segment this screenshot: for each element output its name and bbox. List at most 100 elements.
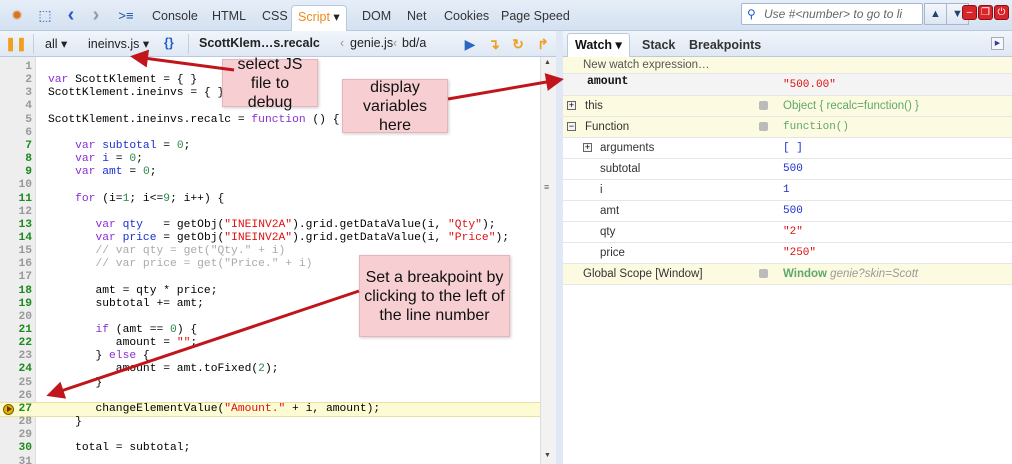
tab-page-speed[interactable]: Page Speed xyxy=(495,5,576,31)
line-number[interactable]: 24 xyxy=(0,363,34,376)
line-number[interactable]: 21 xyxy=(0,324,34,337)
line-number[interactable]: 31 xyxy=(0,456,34,464)
line-number[interactable]: 16 xyxy=(0,258,34,271)
variable-row-subtotal[interactable]: subtotal 500 xyxy=(563,159,1012,180)
step-into-icon[interactable]: ↻ xyxy=(510,36,526,52)
line-number[interactable]: 2 xyxy=(0,74,34,87)
panel-options-button[interactable]: ▶ xyxy=(991,37,1004,50)
code-line[interactable]: 26 xyxy=(0,390,540,403)
line-number[interactable]: 20 xyxy=(0,311,34,324)
code-line[interactable]: 6 xyxy=(0,127,540,140)
scope-row-this[interactable]: + this Object { recalc=function() } xyxy=(563,96,1012,117)
code-line[interactable]: 31 xyxy=(0,456,540,464)
tab-breakpoints[interactable]: Breakpoints xyxy=(682,36,768,57)
code-line[interactable]: 7 var subtotal = 0; xyxy=(0,140,540,153)
variable-row-arguments[interactable]: + arguments [ ] xyxy=(563,138,1012,159)
tab-script[interactable]: Script ▾ xyxy=(291,5,347,31)
code-line[interactable]: 11 for (i=1; i<=9; i++) { xyxy=(0,193,540,206)
step-over-icon[interactable]: ↴ xyxy=(486,36,502,52)
step-out-icon[interactable]: ↱ xyxy=(535,36,551,52)
line-number[interactable]: 29 xyxy=(0,429,34,442)
line-number[interactable]: 3 xyxy=(0,87,34,100)
watch-row-amount[interactable]: amount "500.00" xyxy=(563,74,1012,96)
variable-row-qty[interactable]: qty "2" xyxy=(563,222,1012,243)
line-number[interactable]: 13 xyxy=(0,219,34,232)
breadcrumb-item[interactable]: bd/a xyxy=(402,36,426,50)
line-number[interactable]: 18 xyxy=(0,285,34,298)
expand-icon[interactable]: + xyxy=(583,143,592,152)
tab-html[interactable]: HTML xyxy=(206,5,252,31)
search-prev-button[interactable]: ▲ xyxy=(924,3,947,25)
line-number[interactable]: 28 xyxy=(0,416,34,429)
command-line-icon[interactable]: >≡ xyxy=(116,6,136,24)
code-line[interactable]: 13 var qty = getObj("INEINV2A").grid.get… xyxy=(0,219,540,232)
minimize-button[interactable]: – xyxy=(962,5,977,20)
tab-dom[interactable]: DOM xyxy=(356,5,397,31)
line-number[interactable]: 4 xyxy=(0,100,34,113)
line-number[interactable]: 30 xyxy=(0,442,34,455)
code-line[interactable]: 9 var amt = 0; xyxy=(0,166,540,179)
tab-stack[interactable]: Stack xyxy=(635,36,682,57)
tab-net[interactable]: Net xyxy=(401,5,432,31)
line-number[interactable]: 7 xyxy=(0,140,34,153)
new-watch-expression-input[interactable]: New watch expression… xyxy=(563,57,1012,74)
line-number[interactable]: 8 xyxy=(0,153,34,166)
break-on-next-icon[interactable]: ❚❚ xyxy=(5,36,27,52)
breadcrumb-current[interactable]: ScottKlem…s.recalc xyxy=(199,36,320,50)
code-line[interactable]: 8 var i = 0; xyxy=(0,153,540,166)
close-button[interactable]: ⏻ xyxy=(994,5,1009,20)
line-number[interactable]: 5 xyxy=(0,114,34,127)
line-number[interactable]: 14 xyxy=(0,232,34,245)
code-line[interactable]: 24 amount = amt.toFixed(2); xyxy=(0,363,540,376)
forward-icon[interactable]: › xyxy=(88,4,104,26)
code-line[interactable]: 28 } xyxy=(0,416,540,429)
code-line[interactable]: 25 } xyxy=(0,377,540,390)
variable-row-i[interactable]: i1 xyxy=(563,180,1012,201)
line-number[interactable]: 26 xyxy=(0,390,34,403)
line-number[interactable]: 17 xyxy=(0,271,34,284)
filter-dropdown[interactable]: all ▾ xyxy=(45,36,67,51)
line-number[interactable]: 23 xyxy=(0,350,34,363)
code-line[interactable]: 5 ScottKlement.ineinvs.recalc = function … xyxy=(0,114,540,127)
line-number[interactable]: 1 xyxy=(0,61,34,74)
breadcrumb-item[interactable]: genie.js xyxy=(350,36,393,50)
tab-css[interactable]: CSS xyxy=(256,5,294,31)
line-number[interactable]: 12 xyxy=(0,206,34,219)
variable-row-amt[interactable]: amt 500 xyxy=(563,201,1012,222)
code-line[interactable]: 14 var price = getObj("INEINV2A").grid.g… xyxy=(0,232,540,245)
code-line[interactable]: 23 } else { xyxy=(0,350,540,363)
code-scrollbar[interactable]: ▲ ≡ ▼ xyxy=(540,57,556,464)
file-dropdown[interactable]: ineinvs.js ▾ xyxy=(88,36,149,51)
expand-icon[interactable]: + xyxy=(567,101,576,110)
line-number[interactable]: 25 xyxy=(0,377,34,390)
code-line[interactable]: 10 xyxy=(0,179,540,192)
line-number[interactable]: 15 xyxy=(0,245,34,258)
firebug-icon[interactable]: ✹ xyxy=(8,7,26,23)
search-input[interactable]: ⚲ Use #<number> to go to li xyxy=(741,3,923,25)
panel-splitter[interactable] xyxy=(556,31,563,464)
tab-console[interactable]: Console xyxy=(146,5,204,31)
breakpoint-current-icon[interactable] xyxy=(3,403,14,415)
detach-button[interactable]: ❐ xyxy=(978,5,993,20)
collapse-icon[interactable]: − xyxy=(567,122,576,131)
code-line[interactable]: 22 amount = ""; xyxy=(0,337,540,350)
line-number[interactable]: 22 xyxy=(0,337,34,350)
pretty-print-button[interactable]: {} xyxy=(164,36,174,50)
code-line[interactable]: 30 total = subtotal; xyxy=(0,442,540,455)
back-icon[interactable]: ‹ xyxy=(63,4,79,26)
variable-row-price[interactable]: price "250" xyxy=(563,243,1012,264)
code-line[interactable]: 12 xyxy=(0,206,540,219)
scope-row-global[interactable]: Global Scope [Window] Window genie?skin=… xyxy=(563,264,1012,285)
line-number[interactable]: 9 xyxy=(0,166,34,179)
line-number[interactable]: 19 xyxy=(0,298,34,311)
code-line[interactable]: 29 xyxy=(0,429,540,442)
line-number[interactable]: 10 xyxy=(0,179,34,192)
tab-watch[interactable]: Watch ▾ xyxy=(567,33,630,57)
scope-row-function[interactable]: − Function function() xyxy=(563,117,1012,138)
line-number[interactable]: 6 xyxy=(0,127,34,140)
code-line[interactable]: 27 changeElementValue("Amount." + i, amo… xyxy=(0,401,540,417)
tab-cookies[interactable]: Cookies xyxy=(438,5,495,31)
inspect-icon[interactable]: ⬚ xyxy=(36,6,54,24)
continue-icon[interactable]: ▶ xyxy=(464,36,476,52)
line-number[interactable]: 11 xyxy=(0,193,34,206)
